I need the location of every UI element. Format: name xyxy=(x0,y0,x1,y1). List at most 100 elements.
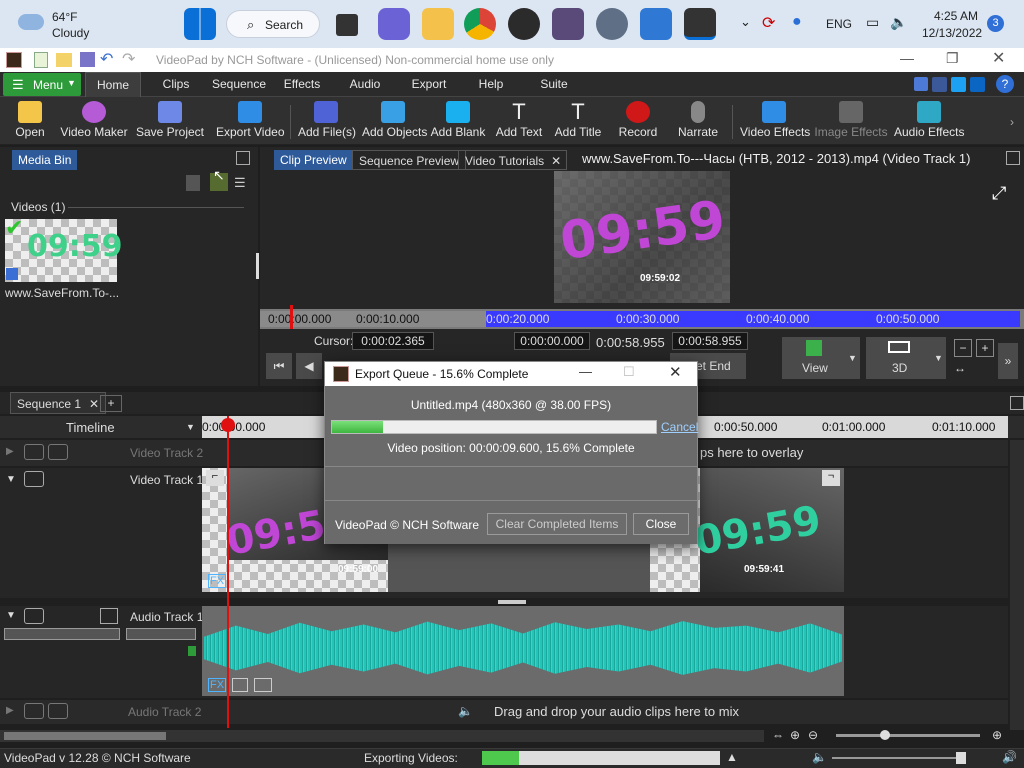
add-sequence-button[interactable]: + xyxy=(100,395,122,412)
language-indicator[interactable]: ENG xyxy=(826,17,852,31)
microphone-icon[interactable]: ● xyxy=(792,13,802,31)
vertical-scrollbar[interactable] xyxy=(1010,440,1024,730)
twitter-icon[interactable] xyxy=(951,77,966,92)
timeline-label[interactable]: Timeline xyxy=(66,420,115,435)
tab-clips[interactable]: Clips xyxy=(152,72,200,97)
volume-icon[interactable]: 🔈 xyxy=(812,750,827,764)
undock-icon[interactable] xyxy=(1010,396,1024,410)
facebook-icon[interactable] xyxy=(932,77,947,92)
zoom-out-icon[interactable]: ⊖ xyxy=(808,728,818,742)
quick-new-icon[interactable] xyxy=(34,52,48,68)
add-title-button[interactable]: T Add Title xyxy=(554,101,602,143)
file-explorer-icon[interactable] xyxy=(422,8,454,40)
obs-icon[interactable] xyxy=(508,8,540,40)
close-dialog-button[interactable]: ✕ xyxy=(669,363,682,381)
windows-start-icon[interactable] xyxy=(184,8,216,40)
fade-out-icon[interactable]: ¬ xyxy=(822,470,840,486)
tab-clip-preview[interactable]: Clip Preview xyxy=(274,150,353,170)
audio-effects-button[interactable]: Audio Effects xyxy=(894,101,965,143)
fade-in-icon[interactable]: ⌐ xyxy=(206,470,224,486)
zoom-slider[interactable] xyxy=(836,730,980,740)
settings-gear-icon[interactable] xyxy=(596,8,628,40)
tab-suite[interactable]: Suite xyxy=(532,72,576,97)
tab-effects[interactable]: Effects xyxy=(276,72,328,97)
playhead-handle[interactable] xyxy=(221,418,235,432)
volume-slider[interactable] xyxy=(4,628,120,640)
track-splitter[interactable] xyxy=(498,600,526,604)
end-time-field[interactable]: 0:00:58.955 xyxy=(672,332,748,350)
tab-video-tutorials[interactable]: Video Tutorials ✕ xyxy=(458,150,568,171)
fit-icon[interactable]: ⇔ xyxy=(772,728,784,742)
minimize-button[interactable]: — xyxy=(579,364,592,379)
teams-chat-icon[interactable] xyxy=(378,8,410,40)
add-track-icon[interactable] xyxy=(100,608,118,624)
cancel-link[interactable]: Cancel xyxy=(661,420,698,434)
undock-icon[interactable] xyxy=(1006,151,1020,165)
add-objects-button[interactable]: Add Objects xyxy=(362,101,427,143)
clock-date[interactable]: 12/13/2022 xyxy=(922,26,982,40)
expand-track-icon[interactable]: ▶ xyxy=(6,446,14,457)
videopad-taskbar-icon[interactable] xyxy=(684,8,716,40)
go-start-button[interactable]: ⏮ xyxy=(266,353,292,379)
master-volume-thumb[interactable] xyxy=(956,752,966,764)
help-icon[interactable]: ? xyxy=(996,75,1014,93)
weather-widget[interactable]: 64°F Cloudy xyxy=(16,8,96,42)
speaker-icon[interactable] xyxy=(24,703,44,719)
audio-fx-button[interactable]: FX xyxy=(208,678,227,692)
close-tab-icon[interactable]: ✕ xyxy=(89,393,99,415)
notification-badge[interactable]: 3 xyxy=(987,15,1004,32)
media-clip-name[interactable]: www.SaveFrom.To-... xyxy=(5,286,119,300)
zoom-out-icon[interactable]: − xyxy=(954,339,972,357)
linkedin-icon[interactable] xyxy=(970,77,985,92)
people-icon[interactable] xyxy=(48,444,68,460)
film-app-icon[interactable] xyxy=(552,8,584,40)
tab-sequence-preview[interactable]: Sequence Preview xyxy=(352,150,467,170)
video-effects-button[interactable]: Video Effects xyxy=(740,101,810,143)
clip-fx-button[interactable]: FX xyxy=(208,574,227,588)
audio-clip[interactable]: FX xyxy=(202,606,844,696)
chevron-up-icon[interactable]: ⌄ xyxy=(740,14,751,30)
3d-button[interactable]: 3D ▼ xyxy=(866,337,946,379)
close-tab-icon[interactable]: ✕ xyxy=(551,151,561,171)
pan-slider[interactable] xyxy=(126,628,196,640)
speaker-icon[interactable] xyxy=(232,678,248,692)
ribbon-more-icon[interactable]: › xyxy=(1010,115,1014,129)
panel-more-icon[interactable]: » xyxy=(998,343,1018,379)
tab-export[interactable]: Export xyxy=(405,72,453,97)
add-blank-button[interactable]: Add Blank xyxy=(430,101,486,143)
list-view-icon[interactable]: ☰ xyxy=(234,175,246,191)
export-video-button[interactable]: Export Video xyxy=(216,101,285,143)
speaker-icon[interactable] xyxy=(24,608,44,624)
prev-frame-button[interactable]: ◀ xyxy=(296,353,322,379)
clock-time[interactable]: 4:25 AM xyxy=(934,9,978,23)
tab-help[interactable]: Help xyxy=(472,72,510,97)
timeline-playhead[interactable] xyxy=(227,416,229,728)
minimize-button[interactable]: — xyxy=(900,50,914,66)
thumbs-up-icon[interactable] xyxy=(914,77,928,91)
close-button[interactable]: Close xyxy=(633,513,689,535)
open-button[interactable]: Open xyxy=(10,101,50,143)
narrate-button[interactable]: Narrate xyxy=(676,101,720,143)
view-button[interactable]: View ▼ xyxy=(782,337,860,379)
close-window-button[interactable]: ✕ xyxy=(992,48,1005,68)
save-project-button[interactable]: Save Project xyxy=(132,101,208,143)
chrome-icon[interactable] xyxy=(464,8,496,40)
sync-icon[interactable]: ⟳ xyxy=(762,13,775,33)
quick-save-icon[interactable] xyxy=(80,52,95,67)
eye-icon[interactable] xyxy=(24,444,44,460)
tab-sequence[interactable]: Sequence xyxy=(207,72,271,97)
tab-sequence-1[interactable]: Sequence 1 ✕ xyxy=(10,392,107,415)
timeline-dropdown-icon[interactable]: ▼ xyxy=(186,422,195,432)
display-icon[interactable]: ▭ xyxy=(866,14,879,31)
maximize-button[interactable]: ❐ xyxy=(946,50,959,67)
tab-media-bin[interactable]: Media Bin xyxy=(12,150,78,170)
undo-icon[interactable]: ↶ xyxy=(100,49,113,69)
collapse-track-icon[interactable]: ▼ xyxy=(6,610,16,621)
record-button[interactable]: Record xyxy=(618,101,658,143)
trash-icon[interactable] xyxy=(186,175,200,191)
expand-icon[interactable]: ↔ xyxy=(954,361,966,375)
main-menu-button[interactable]: ☰ Menu ▼ xyxy=(3,73,81,96)
tab-audio[interactable]: Audio xyxy=(342,72,388,97)
zoom-in-icon[interactable]: + xyxy=(976,339,994,357)
timeline-scrollbar[interactable] xyxy=(0,730,764,742)
